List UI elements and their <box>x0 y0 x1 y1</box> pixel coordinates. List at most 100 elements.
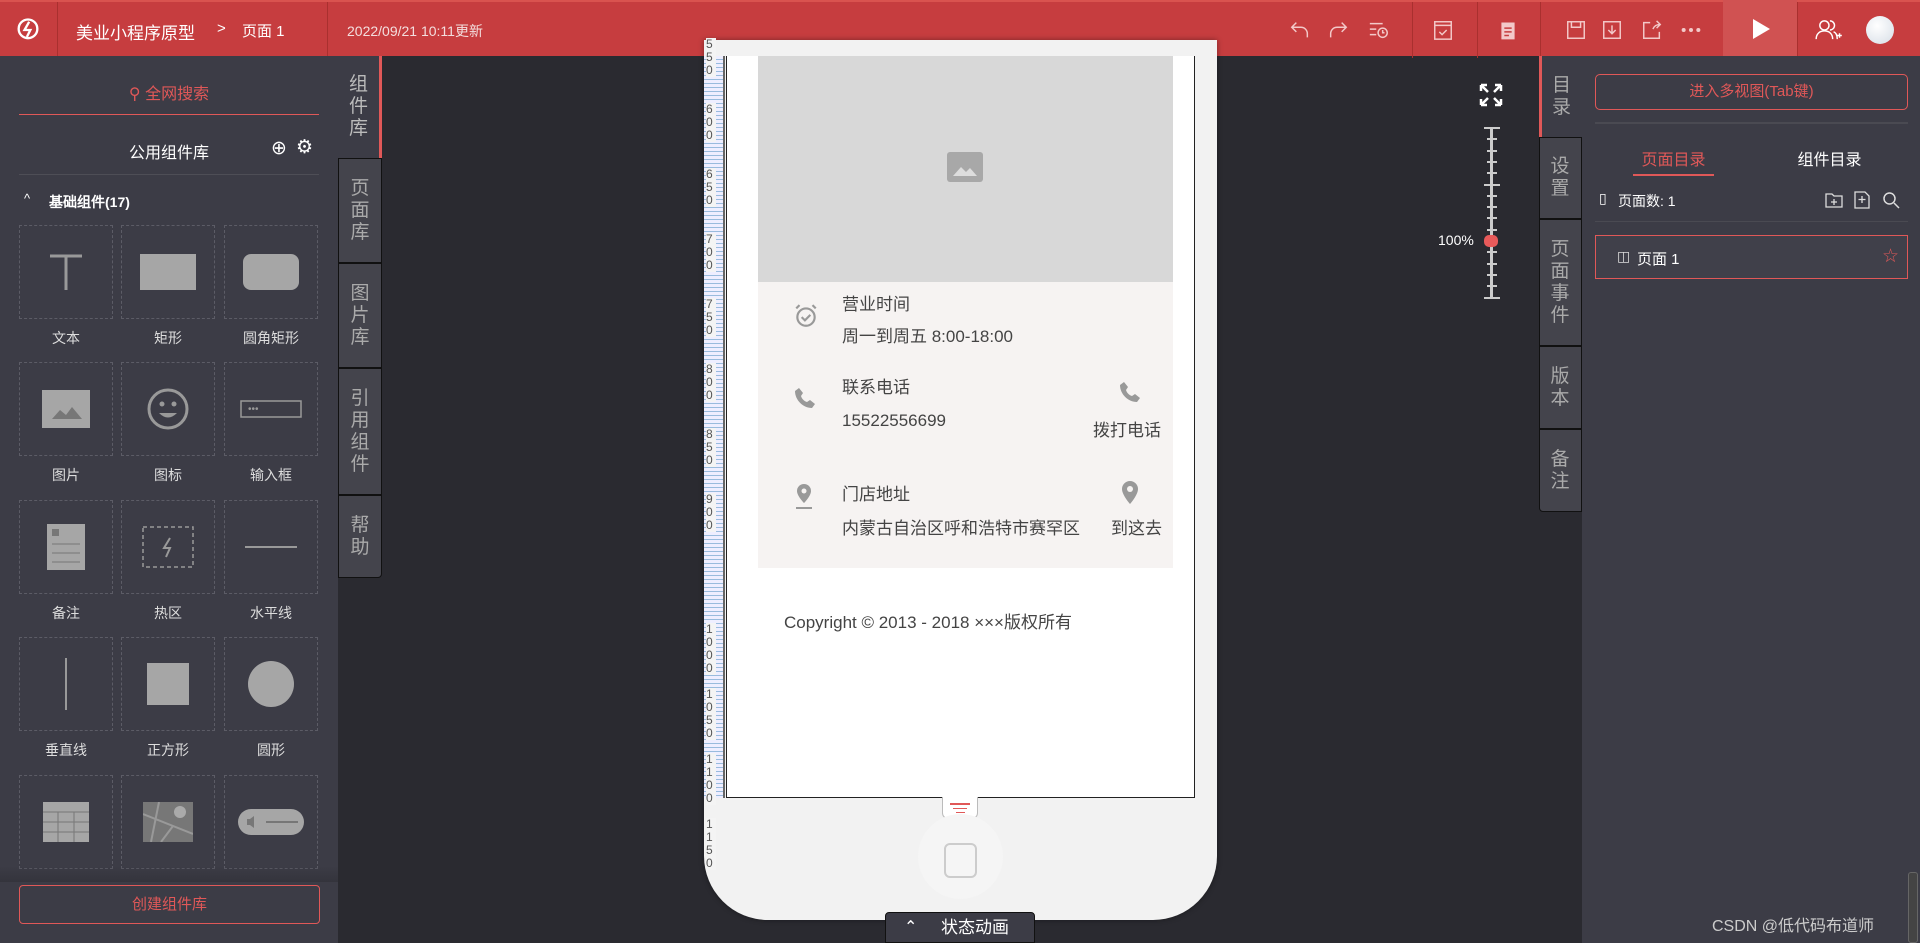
tab-notes[interactable]: 备注 <box>1539 429 1582 512</box>
global-search[interactable]: ⚲ 全网搜索 <box>19 80 319 115</box>
project-name[interactable]: 美业小程序原型 <box>76 19 195 44</box>
star-icon[interactable]: ☆ <box>1882 245 1899 268</box>
horizontal-line-icon <box>245 545 297 549</box>
state-animation-tab[interactable]: ⌃ 状态动画 <box>885 912 1035 943</box>
component-text[interactable] <box>19 225 113 319</box>
fullscreen-icon[interactable] <box>1479 83 1503 107</box>
add-user-icon[interactable] <box>1812 18 1846 42</box>
text-icon <box>48 254 84 290</box>
zoom-tick <box>1486 149 1497 152</box>
component-label: 矩形 <box>154 330 182 346</box>
avatar[interactable] <box>1866 16 1894 44</box>
rectangle-icon <box>140 254 196 290</box>
search-icon[interactable] <box>1882 191 1900 209</box>
tab-label: 目录 <box>1552 74 1572 118</box>
tab-label: 引用组件 <box>350 387 370 475</box>
map-icon <box>143 802 193 842</box>
clipboard-icon[interactable] <box>1496 18 1520 42</box>
vertical-ruler[interactable]: 550 600 650 700 750 800 850 900 1000 1050 1100 1150 <box>704 38 725 870</box>
divider <box>19 174 319 175</box>
address-label: 门店地址 <box>842 485 910 504</box>
zoom-slider-track[interactable] <box>1490 127 1493 298</box>
logo-icon[interactable] <box>14 16 42 44</box>
tab-settings[interactable]: 设置 <box>1539 137 1582 219</box>
page-count: 页面数: 1 <box>1618 193 1676 209</box>
tab-label: 组件库 <box>348 74 368 139</box>
group-title[interactable]: 基础组件(17) <box>49 192 130 212</box>
home-button[interactable] <box>918 814 1003 899</box>
scrollbar[interactable] <box>1908 872 1918 943</box>
tab-referenced[interactable]: 引用组件 <box>338 368 382 495</box>
save-icon[interactable] <box>1564 18 1588 42</box>
ruler-label: 800 <box>706 363 716 402</box>
component-square[interactable] <box>121 637 215 731</box>
zoom-tick <box>1486 262 1497 265</box>
zoom-tick <box>1486 206 1497 209</box>
preview-button[interactable] <box>1723 0 1797 58</box>
component-hotspot[interactable] <box>121 500 215 594</box>
component-image[interactable] <box>19 362 113 456</box>
divider <box>1595 122 1908 124</box>
component-input[interactable]: ••• <box>224 362 318 456</box>
share-icon[interactable] <box>1640 18 1664 42</box>
rounded-rectangle-icon <box>243 254 299 290</box>
navigate-icon[interactable] <box>1120 480 1140 506</box>
add-library-icon[interactable]: ⊕ <box>271 137 287 160</box>
zoom-tick <box>1486 251 1497 254</box>
component-rectangle[interactable] <box>121 225 215 319</box>
zoom-tick <box>1486 194 1497 197</box>
tab-page-outline[interactable]: 页面目录 <box>1633 146 1714 170</box>
multiview-button[interactable]: 进入多视图(Tab键) <box>1595 74 1908 110</box>
more-icon[interactable] <box>1679 18 1703 42</box>
component-label: 正方形 <box>147 742 189 758</box>
page-item[interactable]: ◫ 页面 1 ☆ <box>1595 235 1908 279</box>
call-icon[interactable] <box>1118 380 1142 404</box>
image-placeholder[interactable] <box>758 56 1173 282</box>
call-button[interactable]: 拨打电话 <box>1093 416 1161 441</box>
check-icon[interactable] <box>1431 18 1455 42</box>
add-page-icon[interactable] <box>1854 191 1870 209</box>
vertical-line-icon <box>64 658 68 710</box>
tab-components[interactable]: 组件库 <box>338 56 382 158</box>
component-emoji[interactable] <box>121 362 215 456</box>
component-rounded-rectangle[interactable] <box>224 225 318 319</box>
component-audio[interactable] <box>224 775 318 869</box>
phone-label: 联系电话 <box>842 378 910 397</box>
component-label: 圆角矩形 <box>243 330 299 346</box>
component-map[interactable] <box>121 775 215 869</box>
component-vertical-line[interactable] <box>19 637 113 731</box>
add-folder-icon[interactable] <box>1825 192 1843 208</box>
zoom-slider-handle[interactable] <box>1484 235 1498 247</box>
chevron-up-icon: ⌃ <box>904 919 918 936</box>
undo-icon[interactable] <box>1288 18 1312 42</box>
outline-panel: 进入多视图(Tab键) 页面目录 组件目录 ▯ 页面数: 1 ◫ 页面 1 ☆ <box>1582 56 1920 943</box>
component-note[interactable] <box>19 500 113 594</box>
component-label: 备注 <box>52 605 80 621</box>
navigate-button[interactable]: 到这去 <box>1111 514 1162 539</box>
component-table[interactable] <box>19 775 113 869</box>
component-horizontal-line[interactable] <box>224 500 318 594</box>
tab-help[interactable]: 帮助 <box>338 495 382 578</box>
tab-pages[interactable]: 页面库 <box>338 158 382 263</box>
component-label: 垂直线 <box>45 742 87 758</box>
redo-icon[interactable] <box>1326 18 1350 42</box>
tab-versions[interactable]: 版本 <box>1539 346 1582 429</box>
chevron-up-icon[interactable]: ^ <box>24 191 30 206</box>
page-count-icon: ▯ <box>1599 190 1607 206</box>
download-icon[interactable] <box>1600 18 1624 42</box>
tab-page-events[interactable]: 页面事件 <box>1539 219 1582 346</box>
search-icon: ⚲ <box>128 86 141 103</box>
component-circle[interactable] <box>224 637 318 731</box>
create-library-button[interactable]: 创建组件库 <box>19 885 320 924</box>
image-icon <box>947 152 983 182</box>
tab-images[interactable]: 图片库 <box>338 263 382 368</box>
hotspot-icon <box>142 526 194 568</box>
tab-label: 图片库 <box>350 282 370 348</box>
history-icon[interactable] <box>1367 18 1391 42</box>
tab-component-outline[interactable]: 组件目录 <box>1787 146 1872 170</box>
gear-icon[interactable]: ⚙ <box>296 136 313 159</box>
breadcrumb-page[interactable]: 页面 1 <box>242 20 285 41</box>
ruler-label: 700 <box>706 233 716 272</box>
phone-number: 15522556699 <box>842 411 947 430</box>
tab-outline[interactable]: 目录 <box>1539 56 1582 137</box>
